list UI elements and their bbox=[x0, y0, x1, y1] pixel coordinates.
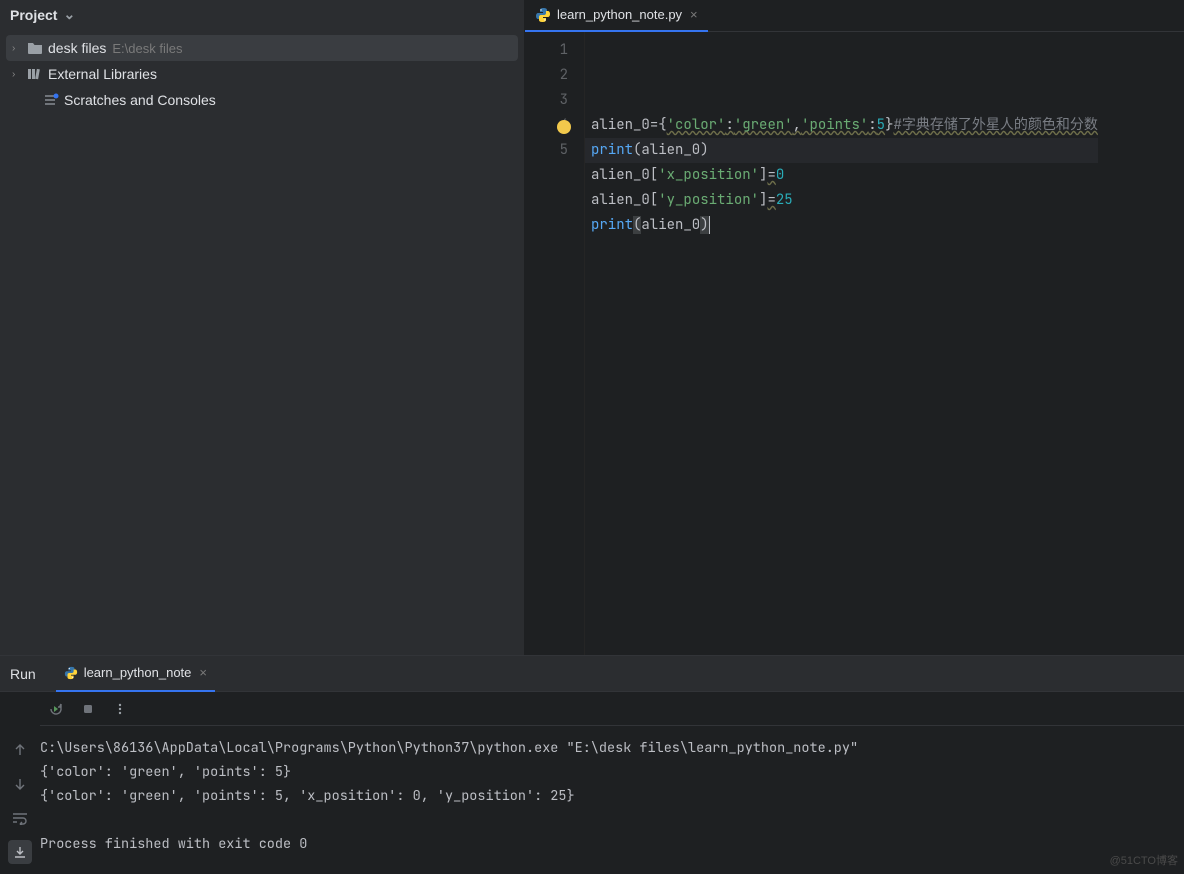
run-panel: Run learn_python_note × bbox=[0, 655, 1184, 874]
scroll-to-end-icon[interactable] bbox=[8, 840, 32, 864]
down-arrow-icon[interactable] bbox=[8, 772, 32, 796]
tree-item-desk-files[interactable]: › desk files E:\desk files bbox=[6, 35, 518, 61]
lightbulb-icon[interactable] bbox=[557, 120, 571, 134]
code-line[interactable]: alien_0['y_position']=25 bbox=[591, 188, 1098, 213]
editor-panel: learn_python_note.py × 12345 alien_0={'c… bbox=[525, 0, 1184, 655]
stop-icon[interactable] bbox=[76, 697, 100, 721]
code-line[interactable]: print(alien_0) bbox=[591, 213, 1098, 238]
python-file-icon bbox=[535, 7, 551, 23]
project-panel-header[interactable]: Project ⌄ bbox=[0, 0, 524, 31]
tab-learn-python-note[interactable]: learn_python_note.py × bbox=[525, 0, 708, 32]
code-content[interactable]: alien_0={'color':'green','points':5}#字典存… bbox=[585, 32, 1098, 655]
line-number: 1 bbox=[525, 38, 568, 63]
console-output[interactable]: C:\Users\86136\AppData\Local\Programs\Py… bbox=[40, 726, 1184, 856]
code-line[interactable]: print(alien_0) bbox=[591, 138, 1098, 163]
tree-item-label: Scratches and Consoles bbox=[64, 92, 216, 108]
up-arrow-icon[interactable] bbox=[8, 738, 32, 762]
more-icon[interactable] bbox=[108, 697, 132, 721]
code-line[interactable]: alien_0['x_position']=0 bbox=[591, 163, 1098, 188]
tab-filename: learn_python_note.py bbox=[557, 7, 682, 22]
chevron-down-icon: ⌄ bbox=[63, 6, 75, 23]
run-side-toolbar bbox=[0, 692, 40, 874]
close-icon[interactable]: × bbox=[199, 665, 207, 680]
line-number: 2 bbox=[525, 63, 568, 88]
editor-tabs: learn_python_note.py × bbox=[525, 0, 1184, 32]
folder-icon bbox=[26, 41, 44, 55]
soft-wrap-icon[interactable] bbox=[8, 806, 32, 830]
project-title: Project bbox=[10, 7, 57, 23]
line-number: 5 bbox=[525, 138, 568, 163]
line-number: 3 bbox=[525, 88, 568, 113]
run-tab[interactable]: learn_python_note × bbox=[56, 656, 215, 692]
run-title: Run bbox=[10, 666, 36, 682]
scratch-icon bbox=[42, 93, 60, 107]
chevron-right-icon: › bbox=[12, 43, 26, 54]
tree-item-label: External Libraries bbox=[48, 66, 157, 82]
project-tree: › desk files E:\desk files › External Librar… bbox=[0, 31, 524, 117]
code-line[interactable]: alien_0={'color':'green','points':5}#字典存… bbox=[591, 113, 1098, 138]
lib-icon bbox=[26, 67, 44, 81]
tree-item-path: E:\desk files bbox=[112, 41, 182, 56]
chevron-right-icon: › bbox=[12, 69, 26, 80]
run-header: Run learn_python_note × bbox=[0, 656, 1184, 692]
python-file-icon bbox=[64, 666, 78, 680]
tree-item-label: desk files bbox=[48, 40, 106, 56]
run-toolbar bbox=[40, 692, 1184, 726]
watermark: @51CTO博客 bbox=[1110, 852, 1178, 868]
code-area[interactable]: 12345 alien_0={'color':'green','points':… bbox=[525, 32, 1184, 655]
gutter: 12345 bbox=[525, 32, 585, 655]
tree-item-scratches-and-consoles[interactable]: Scratches and Consoles bbox=[6, 87, 518, 113]
rerun-icon[interactable] bbox=[44, 697, 68, 721]
project-sidebar: Project ⌄ › desk files E:\desk files › Exter… bbox=[0, 0, 525, 655]
tree-item-external-libraries[interactable]: › External Libraries bbox=[6, 61, 518, 87]
run-tab-label: learn_python_note bbox=[84, 665, 192, 680]
close-icon[interactable]: × bbox=[690, 7, 698, 22]
